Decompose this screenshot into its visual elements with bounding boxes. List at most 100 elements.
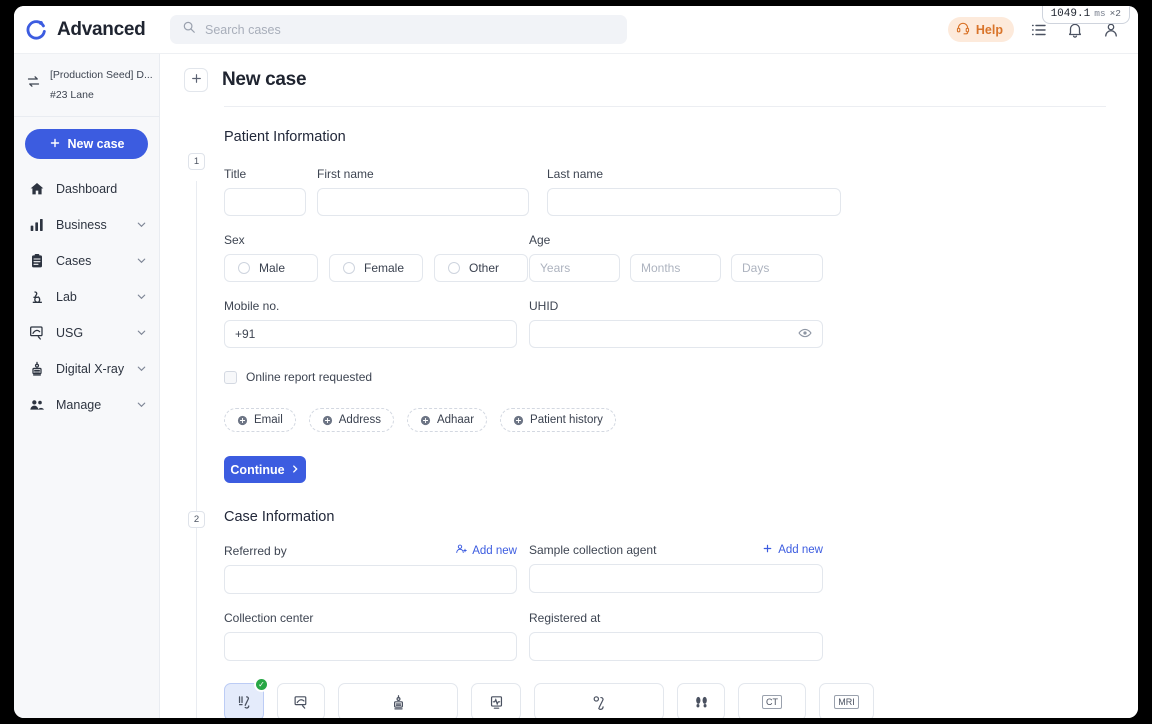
age-months-input[interactable]: Months xyxy=(630,254,721,282)
sidebar-item-cases[interactable]: Cases xyxy=(14,243,159,279)
radio-icon xyxy=(448,262,460,274)
modality-tile-ct[interactable]: CT xyxy=(738,683,806,718)
sidebar-label: Business xyxy=(56,218,107,232)
referred-by-input[interactable] xyxy=(224,565,517,594)
patient-information-section: 1 Patient Information Title First name L… xyxy=(160,129,1138,551)
modality-tiles: ✓ CT MRI xyxy=(160,677,1138,718)
switch-arrows-icon xyxy=(26,74,41,94)
search-bar[interactable] xyxy=(170,15,627,44)
sidebar-label: Cases xyxy=(56,254,92,268)
header-divider xyxy=(224,106,1106,107)
chip-label: Address xyxy=(338,414,381,426)
page-title: New case xyxy=(222,69,307,90)
registered-at-input[interactable] xyxy=(529,632,823,661)
chevron-right-icon xyxy=(290,463,300,477)
chevron-down-icon xyxy=(136,255,147,268)
radio-icon xyxy=(343,262,355,274)
chip-email[interactable]: Email xyxy=(224,408,296,432)
sex-option-label: Other xyxy=(469,261,500,275)
app-window: Advanced Help xyxy=(14,6,1138,718)
section-rail xyxy=(196,181,197,551)
online-report-row[interactable]: Online report requested xyxy=(224,370,1138,384)
bar-chart-icon xyxy=(28,217,45,234)
sidebar-item-digital-xray[interactable]: Digital X-ray xyxy=(14,351,159,387)
chip-label: Email xyxy=(254,414,283,426)
help-label: Help xyxy=(975,22,1003,37)
sex-option-female[interactable]: Female xyxy=(329,254,423,282)
modality-tile-ecg[interactable] xyxy=(471,683,521,718)
age-label: Age xyxy=(529,233,551,247)
modality-tile-mri[interactable]: MRI xyxy=(819,683,874,718)
modality-tile-usg[interactable] xyxy=(277,683,325,718)
age-years-input[interactable]: Years xyxy=(529,254,620,282)
sidebar-item-usg[interactable]: USG xyxy=(14,315,159,351)
perf-unit: ms xyxy=(1094,8,1106,19)
sidebar-label: Digital X-ray xyxy=(56,362,125,376)
microscope-icon xyxy=(28,289,45,306)
first-name-input[interactable] xyxy=(317,188,529,216)
perf-multiplier: ×2 xyxy=(1109,8,1121,19)
workspace-switcher[interactable]: [Production Seed] D... #23 Lane xyxy=(14,54,159,117)
online-report-checkbox[interactable] xyxy=(224,370,237,384)
sidebar-label: Dashboard xyxy=(56,182,118,196)
collection-center-input[interactable] xyxy=(224,632,517,661)
chip-patient-history[interactable]: Patient history xyxy=(500,408,616,432)
plus-circle-icon xyxy=(322,415,333,426)
step-badge-1: 1 xyxy=(188,153,205,170)
plus-circle-icon xyxy=(237,415,248,426)
check-icon: ✓ xyxy=(254,677,269,692)
chevron-down-icon xyxy=(136,291,147,304)
help-button[interactable]: Help xyxy=(947,17,1014,42)
top-bar: Advanced Help xyxy=(14,6,1138,54)
sex-option-male[interactable]: Male xyxy=(224,254,318,282)
mobile-label: Mobile no. xyxy=(224,299,280,313)
radio-icon xyxy=(238,262,250,274)
chip-label: Patient history xyxy=(530,414,603,426)
workspace-name: [Production Seed] D... xyxy=(50,69,153,81)
uhid-input[interactable] xyxy=(529,320,823,348)
step-badge-2: 2 xyxy=(188,511,205,528)
perf-badge: 1049.1 ms ×2 xyxy=(1041,6,1130,24)
uhid-label: UHID xyxy=(529,299,559,313)
brand: Advanced xyxy=(14,19,160,41)
sidebar-item-dashboard[interactable]: Dashboard xyxy=(14,171,159,207)
c-swirl-logo-icon xyxy=(26,19,48,41)
sample-agent-input[interactable] xyxy=(529,564,823,593)
section-title: Case Information xyxy=(224,509,335,525)
home-icon xyxy=(28,181,45,198)
title-input[interactable] xyxy=(224,188,306,216)
referred-by-add-new[interactable]: Add new xyxy=(455,543,517,558)
sex-option-other[interactable]: Other xyxy=(434,254,528,282)
modality-tile-footprints[interactable] xyxy=(677,683,725,718)
plus-circle-icon xyxy=(420,415,431,426)
sidebar: [Production Seed] D... #23 Lane New case… xyxy=(14,54,160,718)
sample-agent-add-new[interactable]: Add new xyxy=(762,543,823,557)
sidebar-label: USG xyxy=(56,326,84,340)
chip-adhaar[interactable]: Adhaar xyxy=(406,408,488,432)
continue-button[interactable]: Continue xyxy=(224,456,306,483)
eye-icon[interactable] xyxy=(798,326,812,343)
modality-tile-xray[interactable] xyxy=(338,683,458,718)
add-new-label: Add new xyxy=(472,544,517,557)
chip-address[interactable]: Address xyxy=(308,408,394,432)
add-case-button[interactable] xyxy=(184,68,208,92)
mobile-input[interactable]: +91 xyxy=(224,320,517,348)
age-days-input[interactable]: Days xyxy=(731,254,823,282)
add-person-icon xyxy=(455,543,467,558)
plus-icon xyxy=(190,72,203,89)
clipboard-icon xyxy=(28,253,45,270)
people-icon xyxy=(28,397,45,414)
collection-center-label: Collection center xyxy=(224,611,314,625)
plus-circle-icon xyxy=(513,415,524,426)
modality-tile-lab[interactable]: ✓ xyxy=(224,677,269,718)
search-input[interactable] xyxy=(205,22,615,37)
sidebar-nav: Dashboard Business Cases Lab USG Digital… xyxy=(14,167,159,423)
sidebar-item-business[interactable]: Business xyxy=(14,207,159,243)
modality-tile-pathology[interactable] xyxy=(534,683,664,718)
new-case-button[interactable]: New case xyxy=(25,129,148,159)
chevron-down-icon xyxy=(136,327,147,340)
sidebar-item-manage[interactable]: Manage xyxy=(14,387,159,423)
new-case-label: New case xyxy=(67,137,125,151)
last-name-input[interactable] xyxy=(547,188,841,216)
sidebar-item-lab[interactable]: Lab xyxy=(14,279,159,315)
